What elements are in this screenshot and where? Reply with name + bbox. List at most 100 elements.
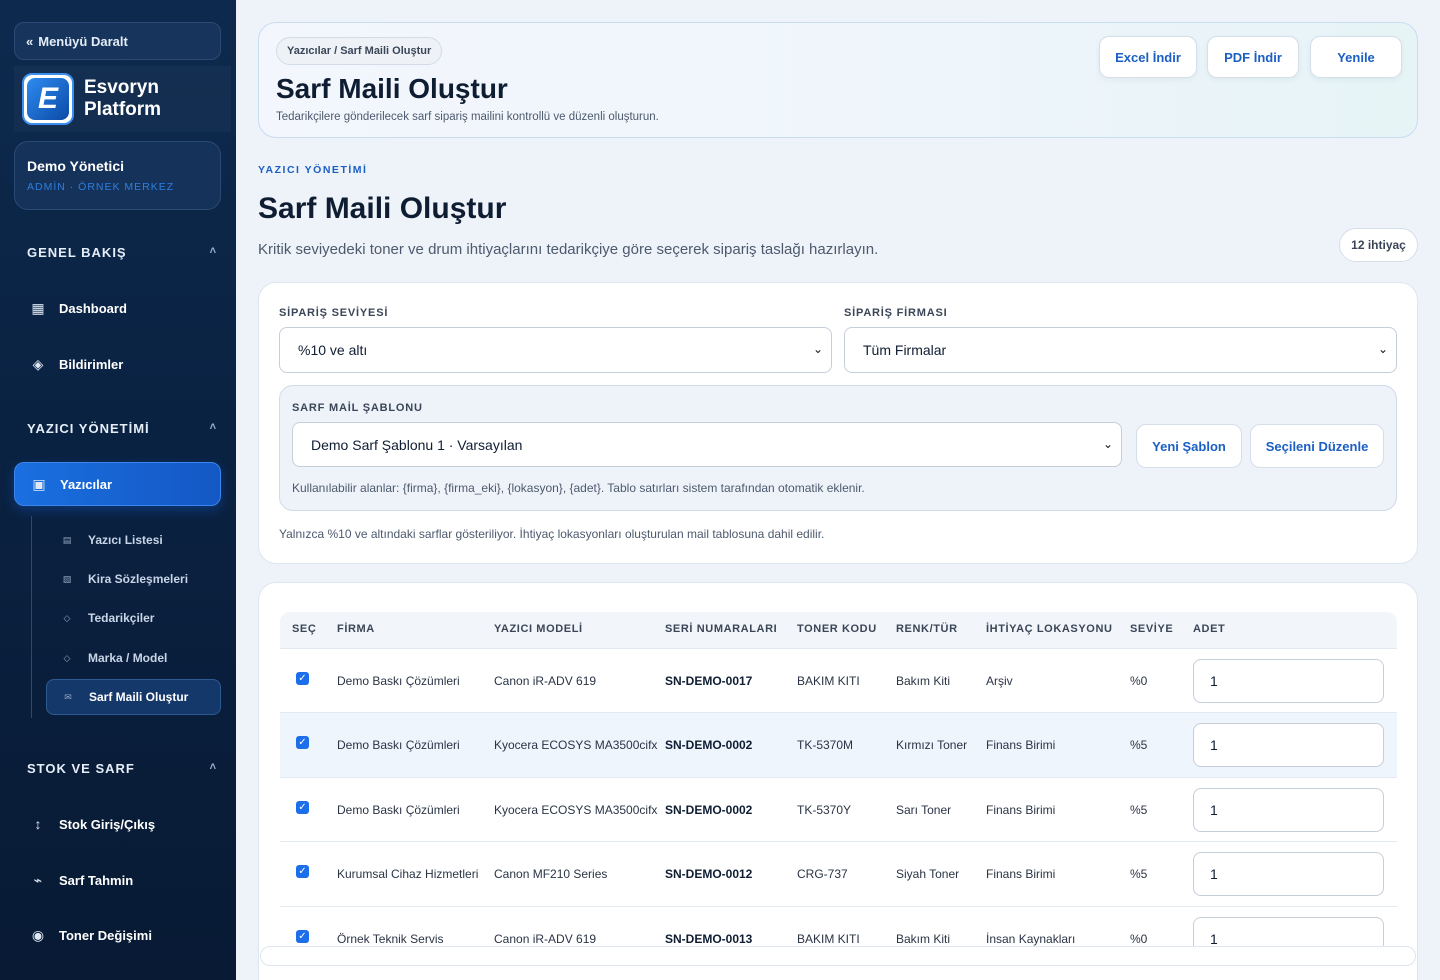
subitem-lease[interactable]: ▧ Kira Sözleşmeleri: [46, 561, 221, 597]
cell-serial: SN-DEMO-0013: [665, 932, 753, 946]
pdf-download-button[interactable]: PDF İndir: [1207, 36, 1299, 78]
cell-company: Demo Baskı Çözümleri: [337, 738, 460, 752]
row-checkbox[interactable]: ✓: [296, 672, 309, 685]
sidebar-item-label: Bildirimler: [59, 356, 124, 372]
cell-type: Bakım Kiti: [896, 674, 951, 688]
sidebar-item-label: Stok Giriş/Çıkış: [59, 816, 156, 832]
refresh-button[interactable]: Yenile: [1310, 36, 1402, 78]
grid-icon: ▦: [31, 299, 45, 316]
subitem-brand-model[interactable]: ◇ Marka / Model: [46, 640, 221, 676]
cell-location: Arşiv: [986, 674, 1013, 688]
qty-input[interactable]: 1: [1193, 852, 1384, 896]
sidebar-item-printers[interactable]: ▣ Yazıcılar: [14, 462, 221, 506]
cell-level: %5: [1130, 738, 1148, 752]
page-title: Sarf Maili Oluştur: [258, 192, 507, 225]
subitem-label: Marka / Model: [88, 651, 168, 665]
cell-model: Kyocera ECOSYS MA3500cifx: [494, 738, 658, 752]
cell-toner-code: CRG-737: [797, 867, 848, 881]
brand-name-line1: Esvoryn: [84, 77, 159, 98]
hero-title: Sarf Maili Oluştur: [276, 73, 508, 104]
template-help: Kullanılabilir alanlar: {firma}, {firma_…: [292, 481, 865, 495]
th-serial: SERİ NUMARALARI: [665, 623, 778, 635]
row-checkbox[interactable]: ✓: [296, 736, 309, 749]
double-chevron-left-icon: «: [26, 33, 34, 49]
order-company-select[interactable]: Tüm Firmalar ⌄: [844, 327, 1397, 373]
th-qty: ADET: [1193, 623, 1226, 635]
qty-input[interactable]: 1: [1193, 788, 1384, 832]
sidebar: « Menüyü Daralt E Esvoryn Platform Demo …: [0, 0, 236, 980]
template-select[interactable]: Demo Sarf Şablonu 1 · Varsayılan ⌄: [292, 422, 1122, 467]
cell-type: Bakım Kiti: [896, 932, 951, 946]
breadcrumb[interactable]: Yazıcılar / Sarf Maili Oluştur: [276, 37, 443, 65]
order-level-value: %10 ve altı: [298, 342, 368, 358]
section-general[interactable]: GENEL BAKIŞ ˄: [27, 245, 217, 260]
cell-location: İnsan Kaynakları: [986, 932, 1076, 946]
cell-level: %5: [1130, 867, 1148, 881]
sidebar-item-notifications[interactable]: ◈ Bildirimler: [14, 342, 221, 386]
order-level-select[interactable]: %10 ve altı ⌄: [279, 327, 832, 373]
cell-serial: SN-DEMO-0002: [665, 738, 753, 752]
collapse-menu-button[interactable]: « Menüyü Daralt: [14, 22, 221, 60]
subitem-consumable-mail[interactable]: ✉ Sarf Maili Oluştur: [46, 679, 221, 715]
subitem-label: Kira Sözleşmeleri: [88, 572, 189, 586]
order-level-label: SİPARİŞ SEVİYESİ: [279, 307, 389, 319]
diamond-icon: ◈: [32, 355, 44, 372]
list-icon: ▤: [62, 534, 72, 545]
subnav-line: [31, 516, 32, 718]
collapse-menu-label: Menüyü Daralt: [38, 33, 128, 49]
printer-icon: ▣: [32, 475, 46, 492]
th-model: YAZICI MODELİ: [494, 623, 583, 635]
chevron-up-icon: ˄: [209, 245, 217, 257]
table-row: ✓ Demo Baskı Çözümleri Canon iR-ADV 619 …: [280, 648, 1397, 713]
cell-model: Canon iR-ADV 619: [494, 932, 597, 946]
sidebar-item-label: Sarf Tahmin: [59, 872, 134, 888]
th-type: RENK/TÜR: [896, 623, 958, 635]
row-checkbox[interactable]: ✓: [296, 801, 309, 814]
section-printer-label: YAZICI YÖNETİMİ: [27, 421, 150, 436]
row-checkbox[interactable]: ✓: [296, 930, 309, 943]
user-card[interactable]: Demo Yönetici ADMİN · ÖRNEK MERKEZ: [14, 141, 221, 210]
sidebar-item-stock-io[interactable]: ↕ Stok Giriş/Çıkış: [14, 802, 221, 846]
diamond-outline-icon: ◇: [63, 612, 71, 623]
cell-company: Demo Baskı Çözümleri: [337, 803, 460, 817]
filter-card: SİPARİŞ SEVİYESİ %10 ve altı ⌄ SİPARİŞ F…: [258, 282, 1418, 564]
horizontal-scrollbar[interactable]: [260, 946, 1416, 966]
user-role: ADMİN · ÖRNEK MERKEZ: [27, 181, 175, 193]
table-row: ✓ Demo Baskı Çözümleri Kyocera ECOSYS MA…: [280, 712, 1397, 777]
new-template-button[interactable]: Yeni Şablon: [1136, 424, 1242, 468]
th-level: SEVİYE: [1130, 623, 1174, 635]
hero-subtitle: Tedarikçilere gönderilecek sarf sipariş …: [276, 111, 659, 123]
subitem-label: Sarf Maili Oluştur: [89, 690, 189, 704]
cell-level: %0: [1130, 932, 1148, 946]
sidebar-item-toner-change[interactable]: ◉ Toner Değişimi: [14, 913, 221, 957]
section-stock-label: STOK VE SARF: [27, 761, 135, 776]
chevron-up-icon: ˄: [209, 761, 217, 773]
qty-input[interactable]: 1: [1193, 659, 1384, 703]
excel-download-button[interactable]: Excel İndir: [1099, 36, 1197, 78]
sidebar-item-forecast[interactable]: ⌁ Sarf Tahmin: [14, 858, 221, 902]
subitem-label: Yazıcı Listesi: [88, 533, 163, 547]
subitem-suppliers[interactable]: ◇ Tedarikçiler: [46, 600, 221, 636]
table-row: ✓ Kurumsal Cihaz Hizmetleri Canon MF210 …: [280, 841, 1397, 906]
brand-logo: E: [22, 73, 74, 125]
row-checkbox[interactable]: ✓: [296, 865, 309, 878]
cell-toner-code: BAKIM KITI: [797, 674, 860, 688]
cell-toner-code: TK-5370M: [797, 738, 854, 752]
subitem-printer-list[interactable]: ▤ Yazıcı Listesi: [46, 522, 221, 558]
section-stock[interactable]: STOK VE SARF ˄: [27, 761, 217, 776]
table-header: SEÇ FİRMA YAZICI MODELİ SERİ NUMARALARI …: [280, 612, 1397, 648]
sidebar-item-dashboard[interactable]: ▦ Dashboard: [14, 286, 221, 330]
edit-selected-button[interactable]: Seçileni Düzenle: [1250, 424, 1384, 468]
cell-type: Kırmızı Toner: [896, 738, 968, 752]
section-printer[interactable]: YAZICI YÖNETİMİ ˄: [27, 421, 217, 436]
cell-toner-code: BAKIM KITI: [797, 932, 860, 946]
mail-icon: ✉: [64, 691, 72, 702]
chevron-down-icon: ⌄: [1102, 437, 1113, 451]
cell-company: Kurumsal Cihaz Hizmetleri: [337, 867, 479, 881]
qty-input[interactable]: 1: [1193, 723, 1384, 767]
brand[interactable]: E Esvoryn Platform: [14, 66, 231, 132]
cell-location: Finans Birimi: [986, 867, 1056, 881]
th-select: SEÇ: [292, 623, 317, 635]
cell-model: Canon MF210 Series: [494, 867, 608, 881]
cell-company: Örnek Teknik Servis: [337, 932, 444, 946]
